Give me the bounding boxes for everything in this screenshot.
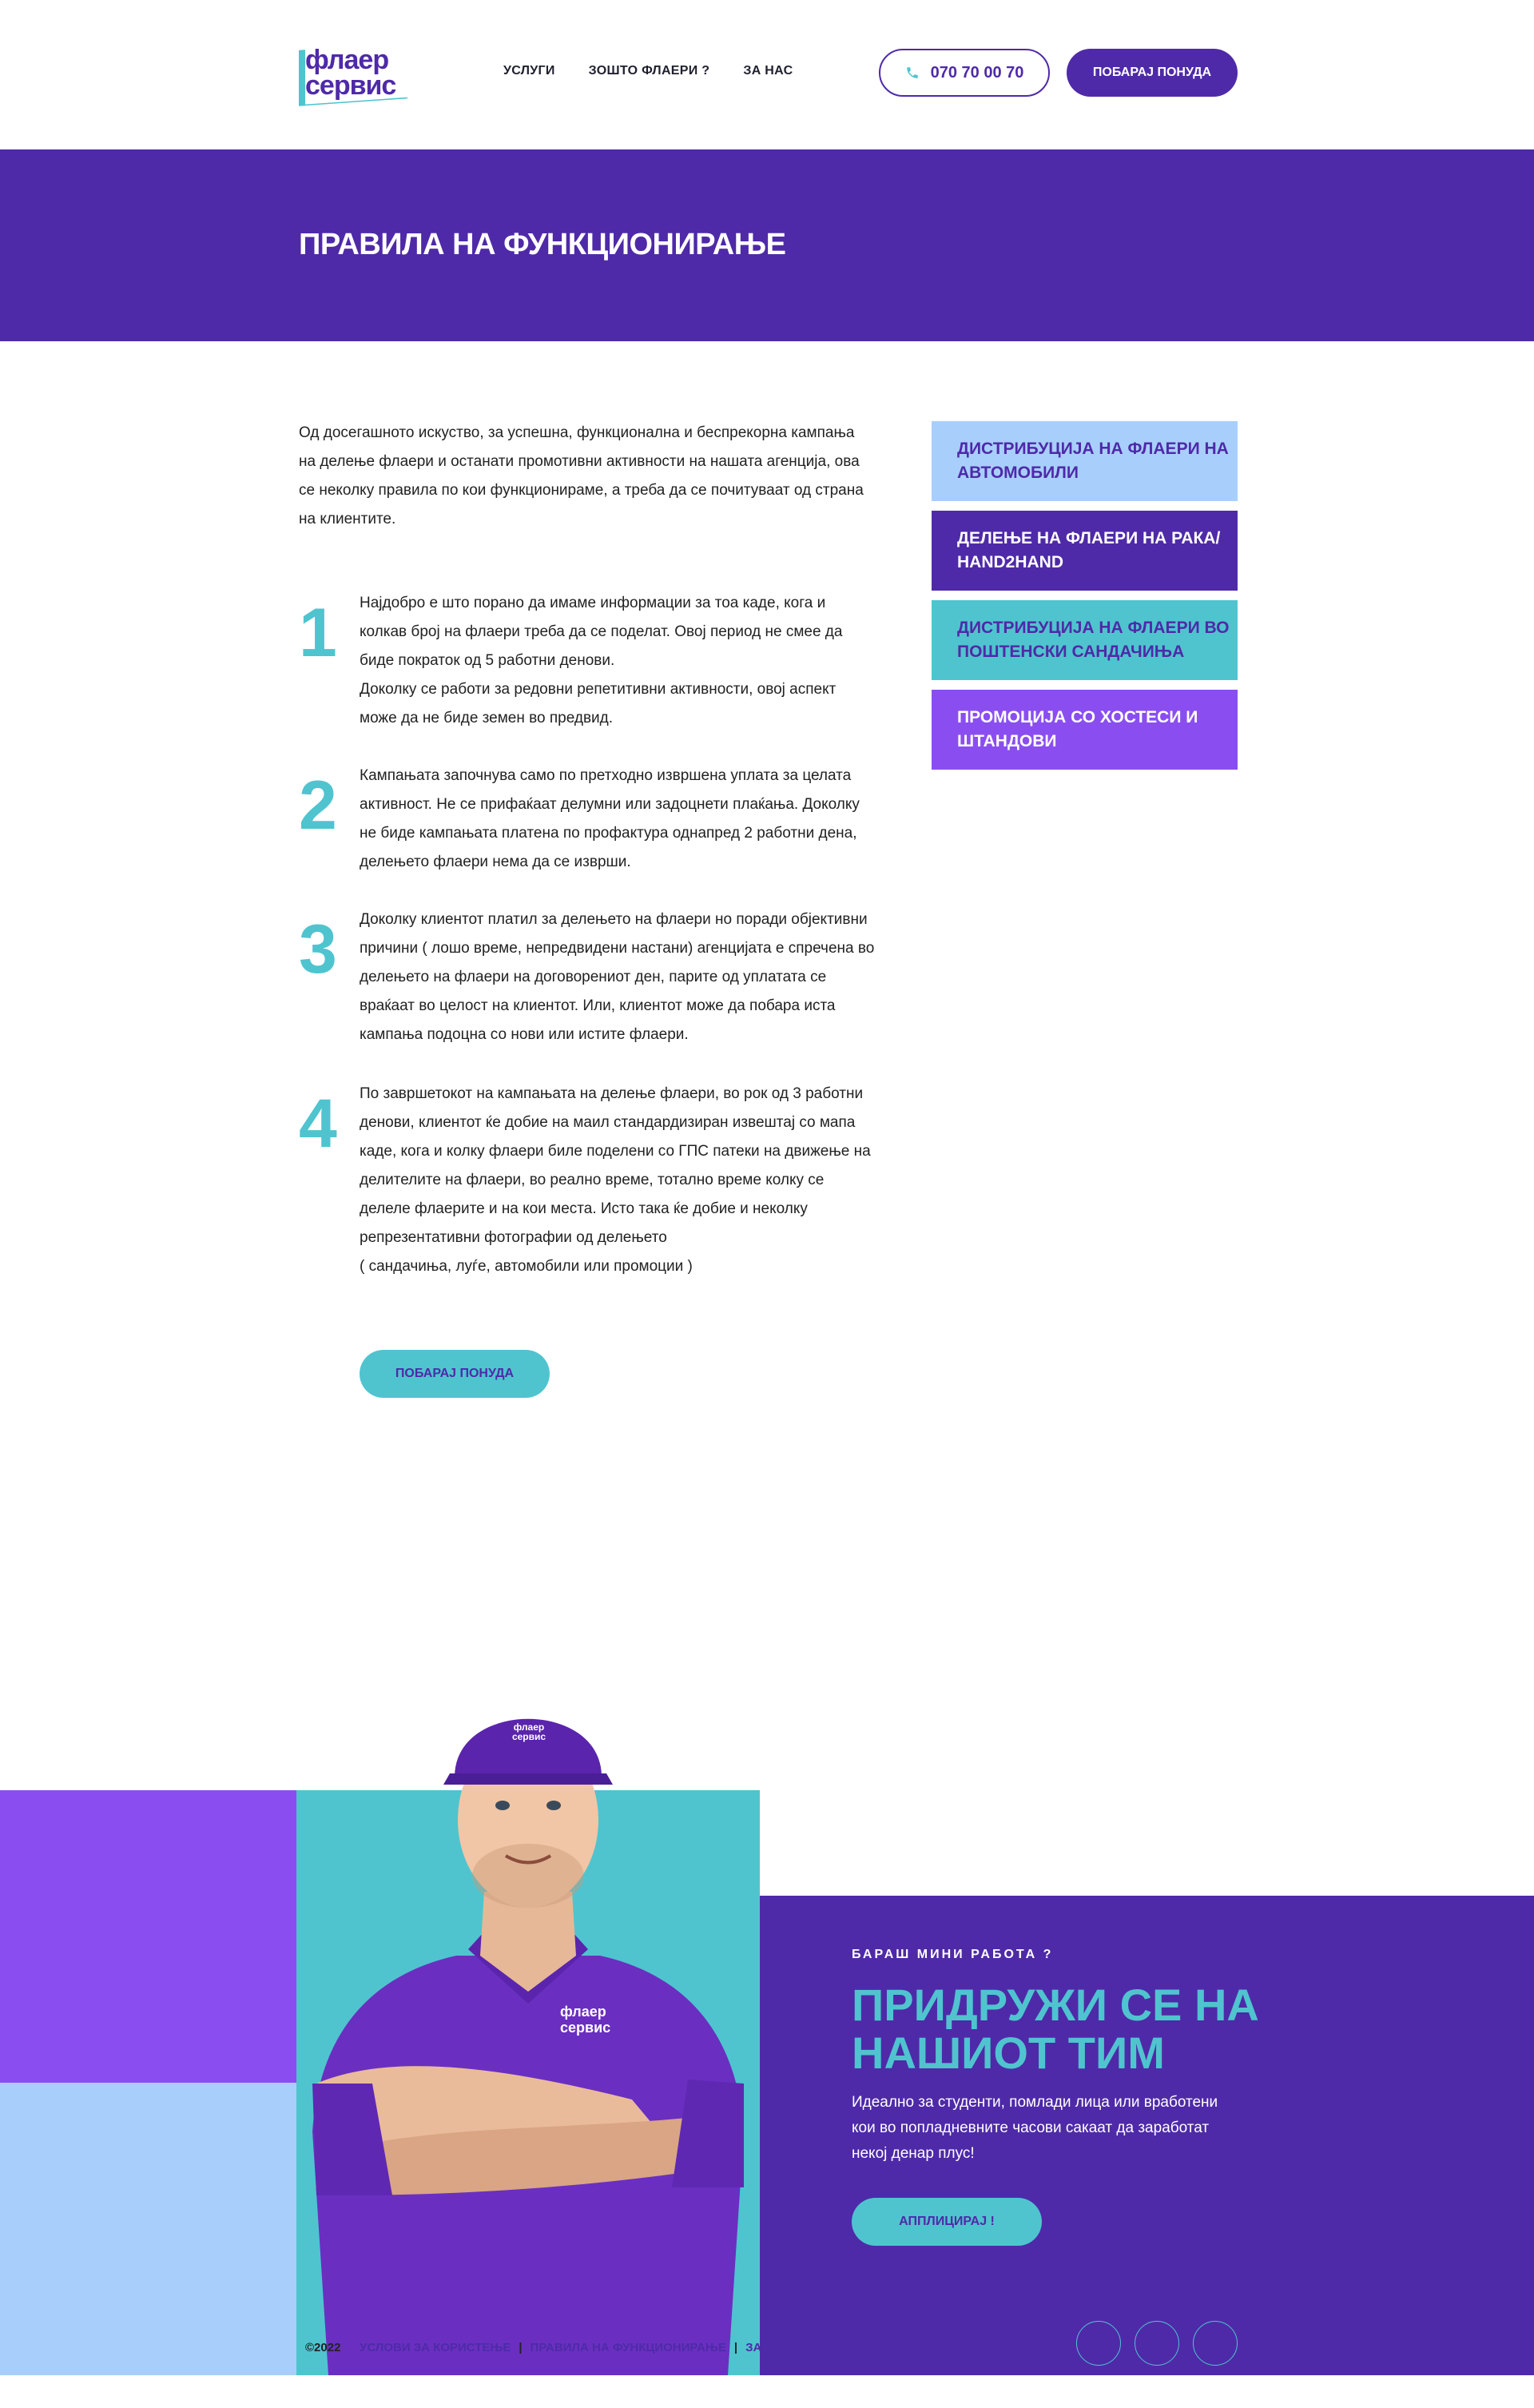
page-hero: ПРАВИЛА НА ФУНКЦИОНИРАЊЕ [0,149,1534,341]
site-header: флаер сервис УСЛУГИ ЗОШТО ФЛАЕРИ ? ЗА НА… [0,0,1534,149]
request-quote-button[interactable]: ПОБАРАЈ ПОНУДА [1067,49,1238,97]
logo-line2: сервис [305,70,396,101]
apply-button[interactable]: АППЛИЦИРАЈ ! [852,2198,1042,2246]
link-separator: | [733,2341,738,2354]
shirt-logo: флаер сервис [560,2004,611,2036]
page-title: ПРАВИЛА НА ФУНКЦИОНИРАЊЕ [299,228,786,261]
phone-button[interactable]: 070 70 00 70 [879,49,1050,97]
rule-number: 4 [299,1085,337,1162]
phone-number: 070 70 00 70 [930,63,1024,82]
copyright: ©2022 [305,2341,341,2354]
phone-icon [906,67,918,78]
footer-links: УСЛОВИ ЗА КОРИСТЕЊЕ | ПРАВИЛА НА ФУНКЦИО… [360,2341,791,2354]
join-team-section: флаер сервис флаер сервис БАРАШ МИНИ РАБ… [0,1636,1534,2375]
decor-block [0,1790,296,2083]
logo-line1: флаер [305,45,389,75]
rule-number: 1 [299,595,337,671]
team-text: Идеално за студенти, помлади лица или вр… [852,2094,1218,2162]
nav-zoshto-flaeri[interactable]: ЗОШТО ФЛАЕРИ ? [589,64,710,78]
rule-text: Најдобро е што порано да имаме информаци… [360,595,843,726]
linkedin-icon[interactable]: in [1193,2321,1238,2366]
intro-text: Од досегашното искуство, за успешна, фун… [299,424,864,527]
sidebar-item-mailboxes[interactable]: ДИСТРИБУЦИЈА НА ФЛАЕРИ ВО ПОШТЕНСКИ САНД… [932,600,1238,680]
main-nav: УСЛУГИ ЗОШТО ФЛАЕРИ ? ЗА НАС [503,64,826,78]
footer-link-terms[interactable]: УСЛОВИ ЗА КОРИСТЕЊЕ [360,2341,511,2354]
nav-za-nas[interactable]: ЗА НАС [743,64,793,78]
footer-link-about[interactable]: ЗА НАС [745,2341,791,2354]
instagram-icon[interactable] [1135,2321,1179,2366]
team-heading: ПРИДРУЖИ СЕ НА НАШИОТ ТИМ [852,1980,1259,2078]
link-separator: | [519,2341,523,2354]
sidebar-item-cars[interactable]: ДИСТРИБУЦИЈА НА ФЛАЕРИ НА АВТОМОБИЛИ [932,421,1238,501]
sidebar-item-hostesses[interactable]: ПРОМОЦИЈА СО ХОСТЕСИ И ШТАНДОВИ [932,690,1238,770]
flaer-servis-logo[interactable]: флаер сервис [299,38,414,106]
rule-text: Доколку клиентот платил за делењето на ф… [360,911,875,1043]
services-sidebar: ДИСТРИБУЦИЈА НА ФЛАЕРИ НА АВТОМОБИЛИ ДЕЛ… [932,421,1238,779]
rule-text: Кампањата започнува само по претходно из… [360,767,860,870]
sidebar-item-hand2hand[interactable]: ДЕЛЕЊЕ НА ФЛАЕРИ НА РАКА/ HAND2HAND [932,511,1238,591]
rule-number: 3 [299,911,337,988]
footer-link-rules[interactable]: ПРАВИЛА НА ФУНКЦИОНИРАЊЕ [531,2341,726,2354]
rules-request-quote-button[interactable]: ПОБАРАЈ ПОНУДА [360,1350,550,1398]
rule-number: 2 [299,767,337,844]
site-footer: ©2022 УСЛОВИ ЗА КОРИСТЕЊЕ | ПРАВИЛА НА Ф… [0,2299,1534,2408]
facebook-icon[interactable]: f [1076,2321,1121,2366]
rules-content: Од досегашното искуство, за успешна, фун… [0,341,1534,1636]
rule-text: По завршетокот на кампањата на делење фл… [360,1085,871,1275]
team-member-photo: флаер сервис флаер сервис [296,1636,760,2375]
team-subtitle: БАРАШ МИНИ РАБОТА ? [852,1948,1054,1961]
cap-logo: флаер сервис [511,1721,546,1742]
nav-uslugi[interactable]: УСЛУГИ [503,64,555,78]
